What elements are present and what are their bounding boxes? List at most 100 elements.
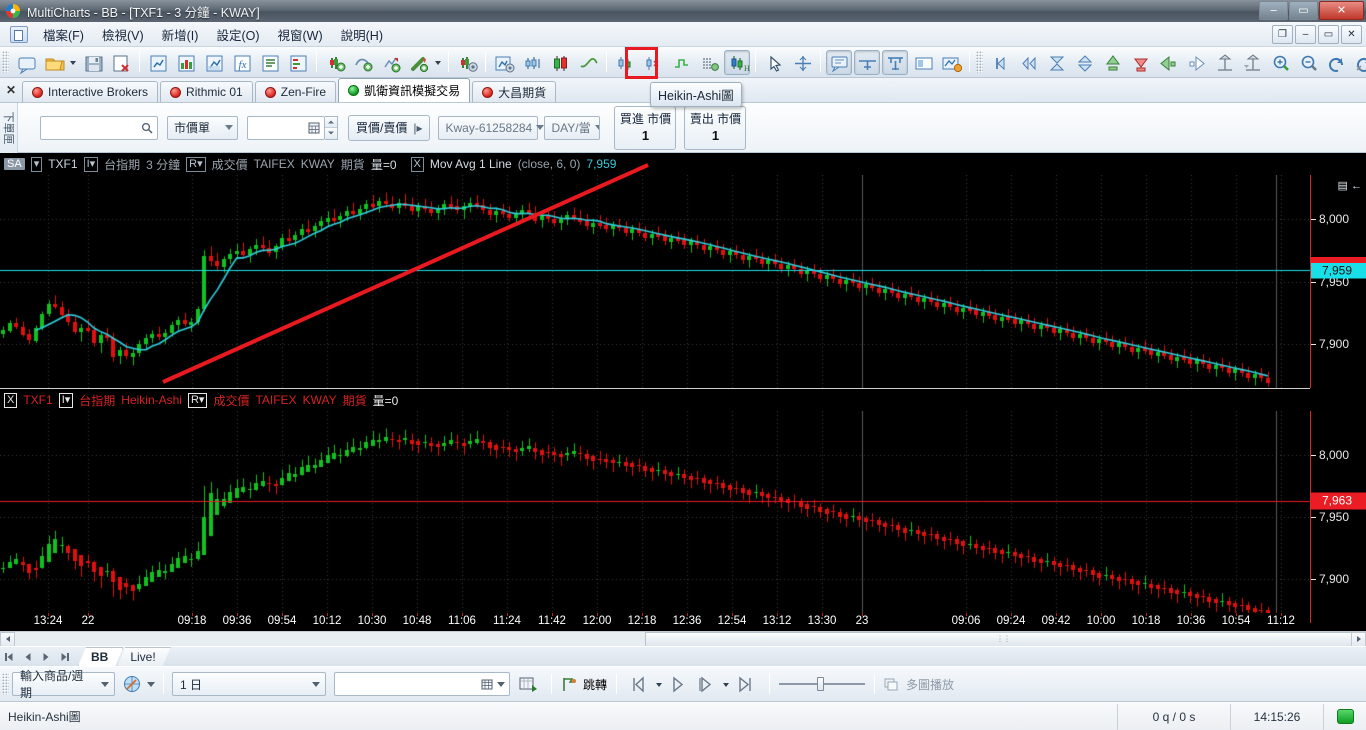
chart2-resolution-badge[interactable]: R▾	[187, 392, 208, 408]
account-select[interactable]: Kway-61258284	[438, 115, 545, 140]
symbol-period-select[interactable]: 輸入商品/週期	[12, 669, 115, 700]
toolbar-grip-2[interactable]	[976, 51, 983, 73]
spin-down-icon[interactable]	[325, 128, 337, 139]
undo-zoom-icon[interactable]	[1323, 50, 1349, 75]
chart2-close-badge[interactable]: X	[4, 392, 18, 408]
quantity-stepper[interactable]	[247, 115, 338, 140]
expand-icon[interactable]	[1071, 50, 1097, 75]
shift-left-icon[interactable]	[1155, 50, 1181, 75]
reset-zoom-icon[interactable]	[1351, 50, 1366, 75]
zoom-out-icon[interactable]	[1295, 50, 1321, 75]
draw-trendline-icon[interactable]	[406, 50, 432, 75]
date-input[interactable]	[334, 672, 510, 696]
menu-item-view[interactable]: 檢視(V)	[93, 22, 153, 47]
insert-market-depth-icon[interactable]	[285, 50, 311, 75]
menu-item-insert[interactable]: 新增(I)	[153, 22, 208, 47]
broker-tab-dachang-futures[interactable]: 大昌期貨	[472, 81, 557, 102]
save-as-icon[interactable]	[108, 50, 134, 75]
shift-right-icon[interactable]	[1183, 50, 1209, 75]
toggle-subchart-icon[interactable]	[910, 50, 936, 75]
symbol-input[interactable]	[40, 115, 158, 140]
go-first-icon[interactable]	[987, 50, 1013, 75]
workspace-prev-button[interactable]	[20, 649, 36, 665]
scroll-left-button[interactable]	[0, 631, 15, 647]
go-prev-icon[interactable]	[1015, 50, 1041, 75]
format-window-icon[interactable]	[491, 50, 517, 75]
dots-chart-icon[interactable]	[696, 50, 722, 75]
data-window-icon[interactable]	[826, 49, 852, 75]
workspace-tab-live[interactable]: Live!	[117, 647, 170, 666]
horizontal-split-icon[interactable]	[854, 49, 880, 75]
menu-item-settings[interactable]: 設定(O)	[207, 22, 268, 47]
scroll-thumb[interactable]	[645, 631, 1361, 647]
multi-playback-button[interactable]: 多圖播放	[884, 676, 954, 693]
compress-icon[interactable]	[1043, 50, 1069, 75]
insert-chart-window-icon[interactable]	[145, 50, 171, 75]
bar-style-icon[interactable]	[547, 50, 573, 75]
scale-up-icon[interactable]	[1099, 50, 1125, 75]
mdi-minimize-button[interactable]: –	[1295, 25, 1316, 44]
bid-ask-button[interactable]: 買價/賣價 |▸	[348, 114, 431, 141]
chart1-price-axis[interactable]: ▤ ← 7,900 7,950 8,000 7,959	[1310, 175, 1366, 388]
broker-tab-kway-simulated[interactable]: 凱衛資訊模擬交易	[338, 78, 471, 102]
new-window-icon[interactable]	[13, 50, 39, 75]
heikin-ashi-icon[interactable]: H	[724, 49, 750, 75]
broker-close-button[interactable]: ✕	[0, 83, 22, 102]
scroll-track[interactable]	[15, 631, 1361, 647]
chart-hscrollbar[interactable]	[0, 631, 1366, 647]
slider-thumb[interactable]	[817, 677, 825, 691]
workspace-tab-bb[interactable]: BB	[78, 647, 123, 666]
jump-button[interactable]: 跳轉	[560, 675, 607, 693]
move-scale-right-icon[interactable]	[1239, 50, 1265, 75]
point-figure-icon[interactable]	[668, 50, 694, 75]
chart1-data-badge[interactable]: I▾	[83, 156, 99, 172]
scroll-right-button[interactable]	[1351, 631, 1366, 647]
period-select[interactable]: 1 日	[172, 672, 326, 696]
menu-item-help[interactable]: 說明(H)	[332, 22, 392, 47]
zoom-in-icon[interactable]	[1267, 50, 1293, 75]
menu-item-file[interactable]: 檔案(F)	[34, 22, 93, 47]
play-back-icon[interactable]	[666, 672, 692, 697]
chart1-resolution-badge[interactable]: R▾	[186, 156, 206, 172]
spin-up-icon[interactable]	[325, 116, 337, 128]
menu-item-window[interactable]: 視窗(W)	[269, 22, 332, 47]
minimize-button[interactable]: –	[1259, 1, 1288, 20]
buy-market-button[interactable]: 買進 市價 1	[614, 105, 677, 150]
order-type-select[interactable]: 市價單	[167, 115, 238, 140]
insert-portfolio-icon[interactable]	[257, 50, 283, 75]
workspace-last-button[interactable]	[56, 649, 72, 665]
play-forward-icon[interactable]	[694, 672, 720, 697]
chart2-data-badge[interactable]: I▾	[58, 392, 74, 408]
chart1-canvas[interactable]	[0, 175, 1310, 388]
insert-signal-icon[interactable]	[378, 50, 404, 75]
sell-market-button[interactable]: 賣出 市價 1	[684, 105, 747, 150]
insert-study-icon[interactable]	[322, 50, 348, 75]
broker-tab-zen-fire[interactable]: Zen-Fire	[254, 81, 337, 102]
chart1-pane[interactable]: ▤ ← 7,900 7,950 8,000 7,959	[0, 175, 1366, 388]
duration-select[interactable]: DAY/當	[544, 115, 601, 140]
crosshair-icon[interactable]	[789, 50, 815, 75]
chart-shift-icon[interactable]	[938, 50, 964, 75]
chart2-canvas[interactable]	[0, 411, 1310, 623]
save-icon[interactable]	[80, 50, 106, 75]
order-panel-handle[interactable]: 下單匣	[0, 102, 18, 153]
mdi-maximize-button[interactable]: ▭	[1318, 25, 1339, 44]
playback-speed-slider[interactable]	[779, 676, 866, 692]
maximize-button[interactable]: ▭	[1289, 1, 1318, 20]
close-button[interactable]: ✕	[1319, 1, 1364, 20]
insert-indicator-icon[interactable]	[350, 50, 376, 75]
mdi-close-button[interactable]: ✕	[1341, 25, 1362, 44]
workspace-next-button[interactable]	[38, 649, 54, 665]
chart2-price-axis[interactable]: 7,900 7,950 8,000 7,963	[1310, 411, 1366, 623]
back-dropdown-caret[interactable]	[654, 672, 665, 697]
chart1-study-toggle[interactable]: X	[410, 156, 424, 172]
chart1-status-dropdown[interactable]: ▾	[30, 156, 43, 172]
time-axis[interactable]: 13:24 22 09:18 09:36 09:54 10:12 10:30 10:48 11:…	[0, 613, 1310, 631]
open-dropdown-caret[interactable]	[68, 50, 79, 75]
broker-tab-rithmic-01[interactable]: Rithmic 01	[160, 81, 253, 102]
pointer-icon[interactable]	[761, 50, 787, 75]
study-settings-icon[interactable]	[454, 50, 480, 75]
insert-quote-page-icon[interactable]	[173, 50, 199, 75]
draw-dropdown-caret[interactable]	[433, 50, 444, 75]
forward-dropdown-caret[interactable]	[721, 672, 732, 697]
